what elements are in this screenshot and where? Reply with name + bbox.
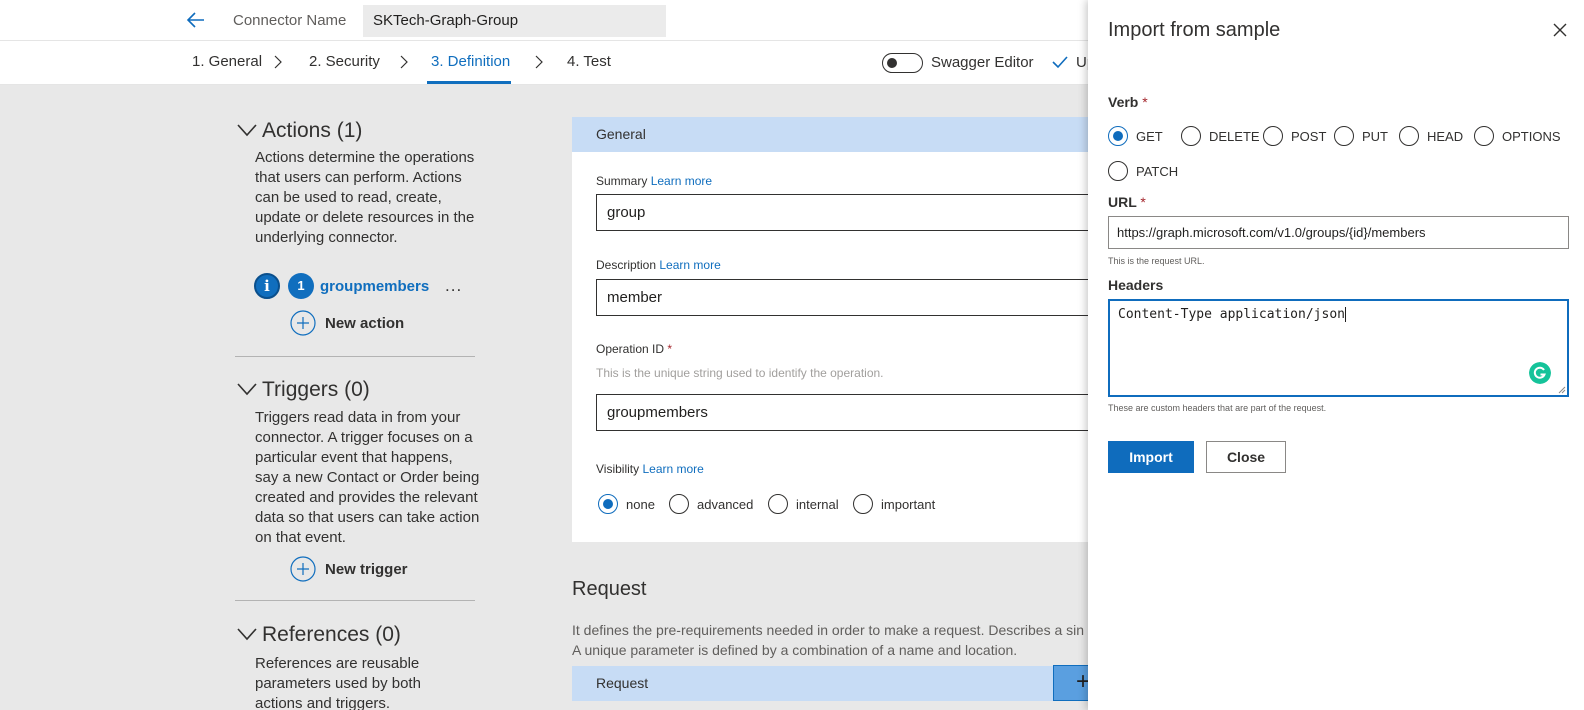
verb-patch-label: PATCH [1136, 164, 1179, 179]
verb-put-label: PUT [1362, 129, 1388, 144]
request-card-title: Request [596, 675, 649, 691]
active-tab-indicator [427, 81, 511, 84]
visibility-important-radio[interactable] [853, 494, 873, 514]
add-circle-icon[interactable] [290, 310, 316, 336]
triggers-title[interactable]: Triggers (0) [262, 378, 370, 402]
close-button[interactable]: Close [1206, 441, 1286, 473]
verb-options-radio[interactable] [1474, 126, 1494, 146]
verb-post-label: POST [1291, 129, 1327, 144]
import-button[interactable]: Import [1108, 441, 1194, 473]
section-divider [235, 600, 475, 601]
chevron-right-icon [274, 55, 282, 69]
request-section-title: Request [572, 578, 647, 600]
description-learn-more-link[interactable]: Learn more [659, 258, 720, 272]
verb-head-label: HEAD [1427, 129, 1464, 144]
request-description-line1: It defines the pre-requirements needed i… [572, 622, 1085, 638]
back-arrow-icon[interactable] [184, 8, 208, 32]
close-icon[interactable] [1553, 23, 1567, 37]
general-card-title: General [596, 126, 646, 142]
tab-test[interactable]: 4. Test [567, 53, 611, 70]
import-from-sample-button[interactable]: + [1053, 665, 1092, 701]
section-divider [235, 356, 475, 357]
verb-delete-radio[interactable] [1181, 126, 1201, 146]
summary-input[interactable]: group [596, 194, 1092, 231]
chevron-down-icon[interactable] [237, 382, 257, 396]
references-title[interactable]: References (0) [262, 623, 401, 647]
summary-label: Summary Learn more [596, 174, 713, 188]
add-circle-icon[interactable] [290, 556, 316, 582]
new-action-button[interactable]: New action [325, 315, 404, 332]
verb-get-label: GET [1136, 129, 1163, 144]
verb-label: Verb * [1108, 94, 1148, 110]
verb-delete-label: DELETE [1209, 129, 1260, 144]
visibility-learn-more-link[interactable]: Learn more [642, 462, 703, 476]
verb-head-radio[interactable] [1399, 126, 1419, 146]
check-icon[interactable] [1051, 53, 1069, 71]
operation-id-input[interactable]: groupmembers [596, 394, 1092, 431]
chevron-down-icon[interactable] [237, 627, 257, 641]
request-card-header[interactable]: Request [572, 666, 1092, 701]
description-input[interactable]: member [596, 279, 1092, 316]
chevron-right-icon [535, 55, 543, 69]
visibility-label: Visibility Learn more [596, 462, 704, 476]
resize-grip-icon[interactable] [1557, 385, 1566, 394]
actions-title[interactable]: Actions (1) [262, 119, 362, 143]
verb-post-radio[interactable] [1263, 126, 1283, 146]
chevron-right-icon [400, 55, 408, 69]
url-hint: This is the request URL. [1108, 256, 1205, 266]
headers-textarea[interactable]: Content-Type application/json [1108, 299, 1569, 397]
new-trigger-button[interactable]: New trigger [325, 561, 408, 578]
chevron-down-icon[interactable] [237, 123, 257, 137]
url-label: URL * [1108, 194, 1146, 210]
references-description: References are reusable parameters used … [255, 655, 421, 710]
visibility-advanced-label: advanced [697, 497, 754, 512]
verb-put-radio[interactable] [1334, 126, 1354, 146]
connector-name-input[interactable]: SKTech-Graph-Group [363, 5, 666, 37]
triggers-description: Triggers read data in from your connecto… [255, 409, 480, 546]
connector-name-label: Connector Name [233, 12, 347, 29]
panel-title: Import from sample [1108, 19, 1281, 41]
grammarly-icon[interactable] [1529, 362, 1551, 384]
tab-general[interactable]: 1. General [192, 53, 262, 70]
action-item-groupmembers[interactable]: groupmembers [320, 278, 429, 295]
visibility-none-label: none [626, 497, 655, 512]
tab-security[interactable]: 2. Security [309, 53, 380, 70]
url-input[interactable]: https://graph.microsoft.com/v1.0/groups/… [1108, 216, 1569, 249]
visibility-advanced-radio[interactable] [669, 494, 689, 514]
summary-learn-more-link[interactable]: Learn more [651, 174, 712, 188]
verb-get-radio[interactable] [1108, 126, 1128, 146]
swagger-editor-toggle[interactable] [882, 53, 923, 73]
actions-description: Actions determine the operations that us… [255, 149, 475, 246]
action-count-badge: 1 [288, 273, 314, 299]
verb-patch-radio[interactable] [1108, 161, 1128, 181]
headers-label: Headers [1108, 277, 1164, 293]
request-description-line2: A unique parameter is defined by a combi… [572, 642, 1018, 658]
headers-hint: These are custom headers that are part o… [1108, 403, 1327, 413]
visibility-internal-radio[interactable] [768, 494, 788, 514]
operation-id-hint: This is the unique string used to identi… [596, 366, 884, 380]
operation-id-label: Operation ID * [596, 342, 673, 356]
visibility-none-radio[interactable] [598, 494, 618, 514]
tab-definition[interactable]: 3. Definition [431, 53, 510, 70]
description-label: Description Learn more [596, 258, 721, 272]
more-options-icon[interactable]: ... [445, 276, 462, 296]
visibility-important-label: important [881, 497, 936, 512]
text-caret [1344, 307, 1346, 322]
swagger-editor-label: Swagger Editor [931, 54, 1034, 71]
general-card-header[interactable]: General [572, 117, 1092, 152]
visibility-internal-label: internal [796, 497, 839, 512]
verb-options-label: OPTIONS [1502, 129, 1561, 144]
info-icon: i [254, 273, 280, 299]
